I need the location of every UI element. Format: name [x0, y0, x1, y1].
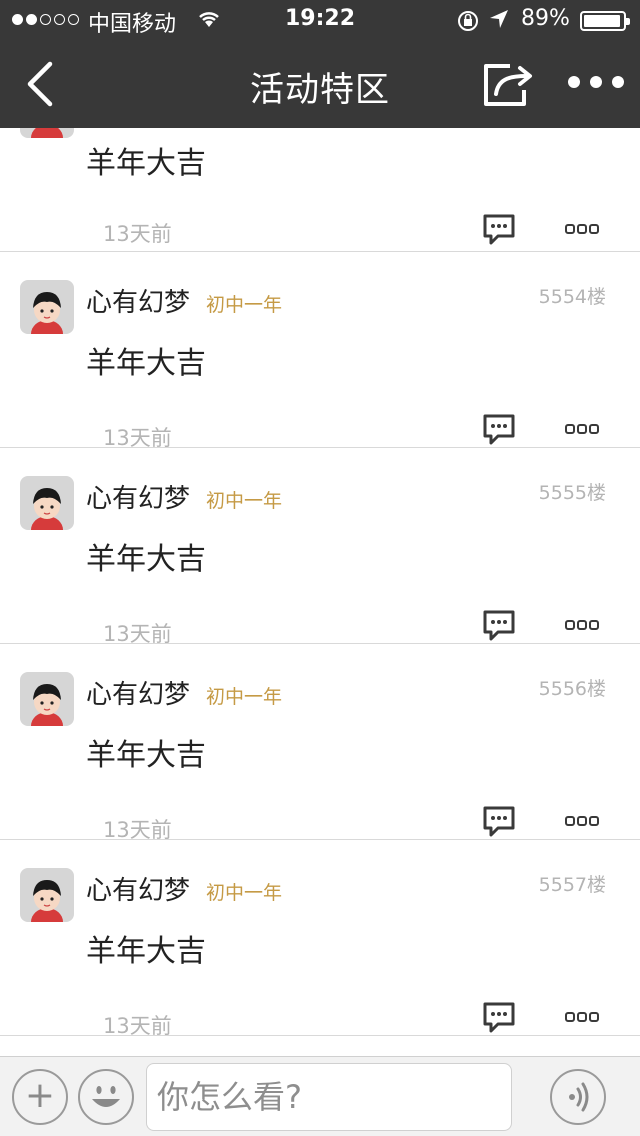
share-icon: [484, 64, 532, 106]
user-level-badge: 初中一年: [206, 882, 283, 904]
floor-number: 5555楼: [538, 482, 606, 504]
comment-icon: [483, 1002, 515, 1033]
reply-list[interactable]: 羊年大吉 13天前 心有幻梦 初中一年 5554楼 羊年大吉 13天前 心有幻梦…: [0, 128, 640, 1056]
reply-options-button[interactable]: [565, 816, 599, 826]
floor-number: 5557楼: [538, 874, 606, 896]
dot-icon: [590, 76, 602, 88]
username[interactable]: 心有幻梦: [86, 674, 190, 711]
user-level-badge: 初中一年: [206, 686, 283, 708]
reply-time: 13天前: [103, 1014, 172, 1038]
comment-icon: [483, 806, 515, 837]
emoji-button[interactable]: [78, 1069, 134, 1125]
floor-number: 5554楼: [538, 286, 606, 308]
username[interactable]: 心有幻梦: [86, 282, 190, 319]
user-level-badge: 初中一年: [206, 490, 283, 512]
reply-options-button[interactable]: [565, 424, 599, 434]
dot-icon: [612, 76, 624, 88]
comment-button[interactable]: [482, 804, 516, 838]
reply-item: 心有幻梦 初中一年 5554楼 羊年大吉 13天前: [0, 252, 640, 450]
avatar[interactable]: [20, 672, 74, 726]
reply-item: 羊年大吉 13天前: [0, 128, 640, 252]
location-arrow-icon: [488, 8, 510, 35]
reply-item: 心有幻梦 初中一年 5556楼 羊年大吉 13天前: [0, 644, 640, 842]
navigation-bar: 活动特区: [0, 40, 640, 128]
comment-icon: [483, 414, 515, 445]
reply-options-button[interactable]: [565, 224, 599, 234]
status-bar: 中国移动 19:22 89%: [0, 0, 640, 40]
reply-content: 羊年大吉: [86, 934, 206, 969]
voice-input-button[interactable]: [550, 1069, 606, 1125]
comment-button[interactable]: [482, 608, 516, 642]
composer-bar: +: [0, 1056, 640, 1136]
avatar[interactable]: [20, 280, 74, 334]
battery-icon: [580, 11, 630, 31]
smiley-icon: [92, 1086, 120, 1107]
reply-options-button[interactable]: [565, 1012, 599, 1022]
add-attachment-button[interactable]: +: [12, 1069, 68, 1125]
reply-content: 羊年大吉: [86, 542, 206, 577]
avatar[interactable]: [20, 868, 74, 922]
reply-item: 心有幻梦 初中一年 5555楼 羊年大吉 13天前: [0, 448, 640, 646]
comment-button[interactable]: [482, 412, 516, 446]
more-options-button[interactable]: [568, 76, 624, 88]
reply-content: 羊年大吉: [86, 738, 206, 773]
share-button[interactable]: [480, 60, 536, 108]
username[interactable]: 心有幻梦: [86, 870, 190, 907]
username[interactable]: 心有幻梦: [86, 478, 190, 515]
comment-input[interactable]: [146, 1063, 512, 1131]
user-level-badge: 初中一年: [206, 294, 283, 316]
top-bar: 中国移动 19:22 89% 活动特区: [0, 0, 640, 128]
comment-button[interactable]: [482, 212, 516, 246]
reply-content: 羊年大吉: [86, 146, 206, 181]
page-title: 活动特区: [250, 70, 390, 110]
floor-number: 5556楼: [538, 678, 606, 700]
avatar[interactable]: [20, 128, 74, 138]
comment-button[interactable]: [482, 1000, 516, 1034]
rotation-lock-icon: [456, 9, 480, 38]
comment-icon: [483, 214, 515, 245]
avatar[interactable]: [20, 476, 74, 530]
reply-options-button[interactable]: [565, 620, 599, 630]
reply-content: 羊年大吉: [86, 346, 206, 381]
reply-item: 心有幻梦 初中一年 5557楼 羊年大吉 13天前: [0, 840, 640, 1038]
dot-icon: [568, 76, 580, 88]
battery-percent: 89%: [521, 6, 570, 31]
voice-icon: [569, 1082, 589, 1112]
comment-icon: [483, 610, 515, 641]
reply-time: 13天前: [103, 222, 172, 246]
